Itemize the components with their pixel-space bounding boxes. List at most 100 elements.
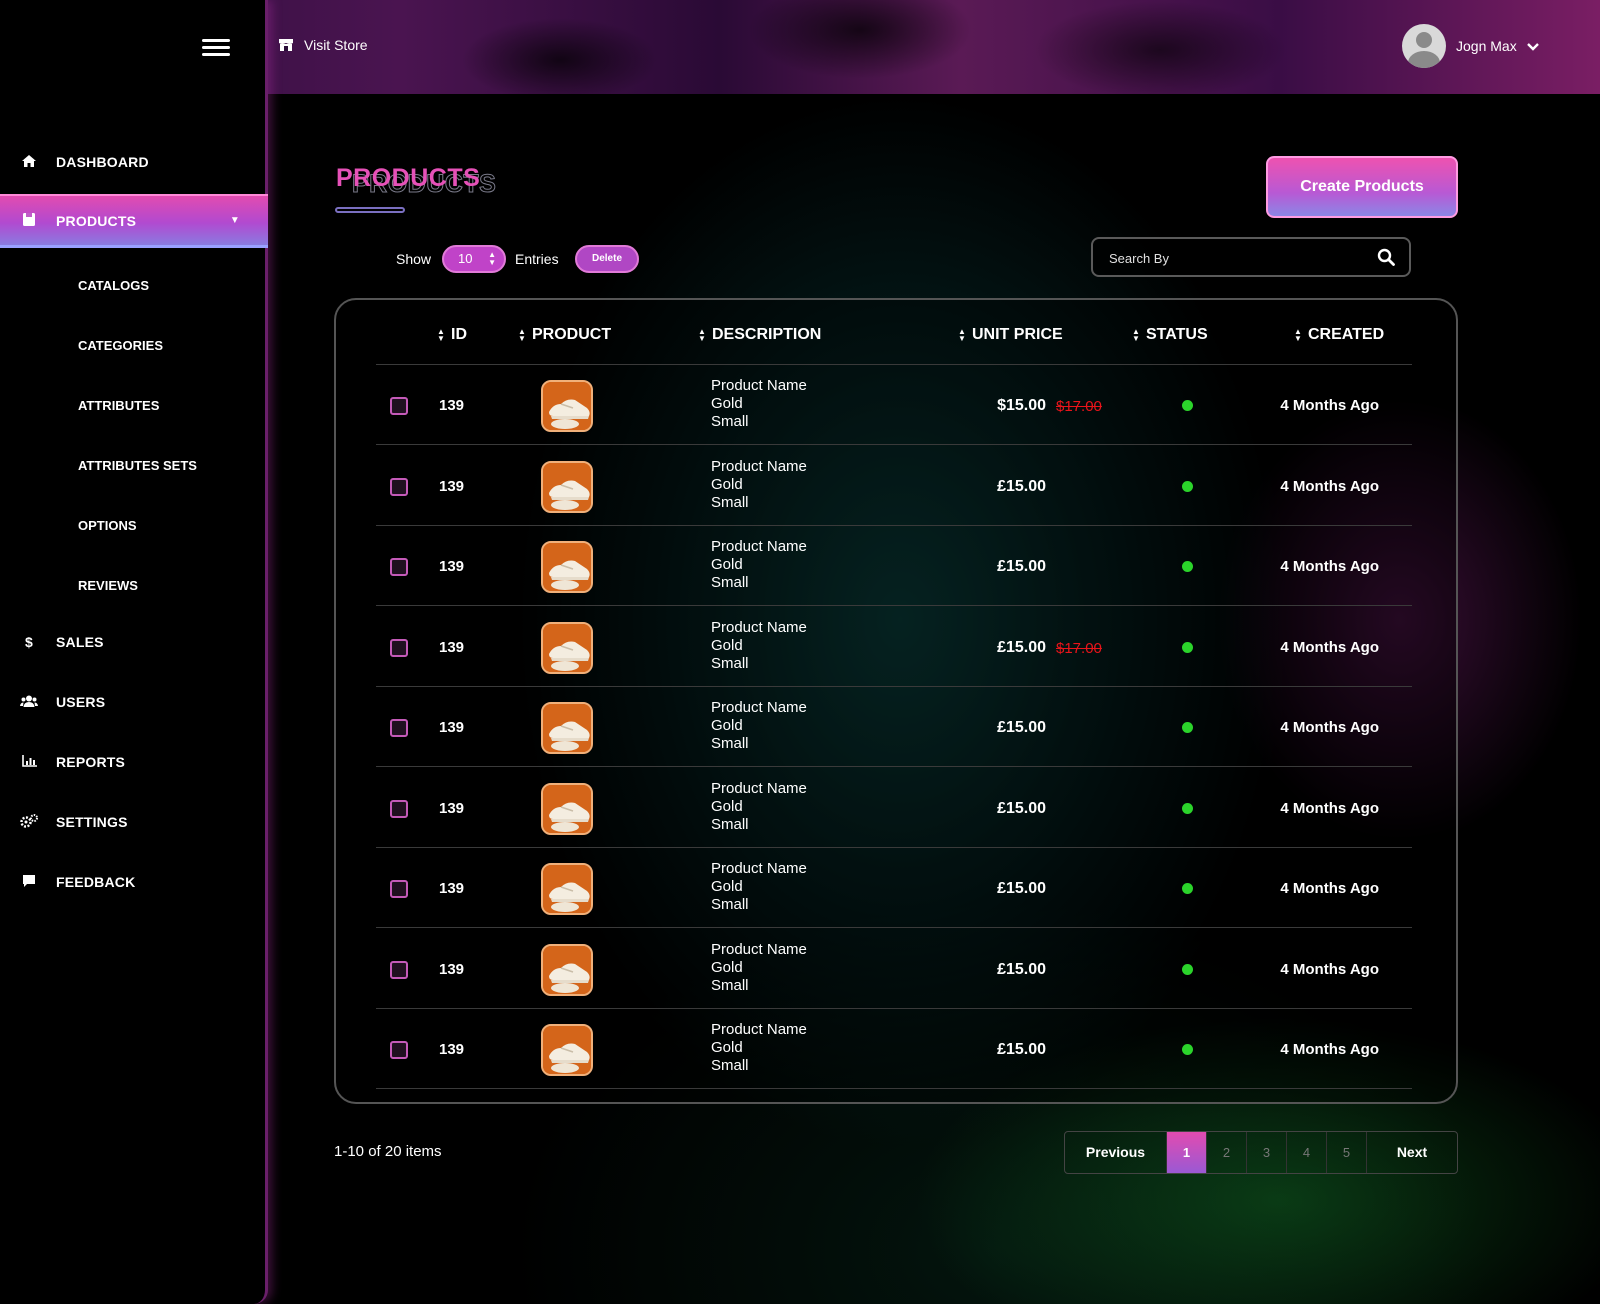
- sidebar-item-label: SALES: [56, 634, 104, 650]
- gears-icon: [20, 813, 38, 831]
- product-description: Product Name Gold Small: [711, 377, 807, 431]
- description-line: Product Name: [711, 377, 807, 394]
- column-header-status[interactable]: ▲ ▼ STATUS: [1132, 326, 1208, 344]
- status-active-indicator: [1182, 400, 1193, 411]
- product-description: Product Name Gold Small: [711, 699, 807, 753]
- hamburger-menu-button[interactable]: [202, 39, 230, 57]
- description-line: Gold: [711, 717, 743, 734]
- visit-store-label: Visit Store: [304, 37, 368, 53]
- sidebar-item-dashboard[interactable]: DASHBOARD: [0, 137, 268, 187]
- create-products-button[interactable]: Create Products: [1266, 156, 1458, 218]
- sidebar-item-users[interactable]: USERS: [0, 677, 268, 727]
- description-line: Small: [711, 574, 749, 591]
- product-thumbnail[interactable]: [541, 460, 593, 513]
- status-active-indicator: [1182, 722, 1193, 733]
- product-thumbnail[interactable]: [541, 943, 593, 996]
- page-button-3[interactable]: 3: [1247, 1132, 1287, 1173]
- created-date: 4 Months Ago: [1280, 1041, 1379, 1058]
- table-row[interactable]: 139 Product Name Gold Small £15.00 $17.00 4 Mo…: [376, 607, 1412, 687]
- product-id: 139: [439, 880, 465, 897]
- row-checkbox[interactable]: [390, 799, 408, 818]
- product-thumbnail[interactable]: [541, 702, 593, 754]
- sort-icon: ▲ ▼: [1132, 327, 1140, 343]
- comment-icon: [20, 874, 38, 891]
- column-header-description[interactable]: ▲ ▼ DESCRIPTION: [698, 326, 821, 344]
- sidebar-item-reports[interactable]: REPORTS: [0, 737, 268, 787]
- delete-button[interactable]: Delete: [575, 245, 639, 273]
- product-thumbnail[interactable]: [541, 380, 593, 432]
- row-checkbox[interactable]: [390, 880, 408, 898]
- sidebar-subitem-options[interactable]: OPTIONS: [78, 518, 137, 533]
- column-header-created[interactable]: ▲ ▼ CREATED: [1294, 326, 1384, 344]
- unit-price: £15.00: [997, 558, 1046, 575]
- previous-page-button[interactable]: Previous: [1065, 1132, 1167, 1173]
- page-button-4[interactable]: 4: [1287, 1132, 1327, 1173]
- sidebar-subitem-reviews[interactable]: REVIEWS: [78, 578, 138, 593]
- created-date: 4 Months Ago: [1280, 960, 1379, 978]
- row-checkbox[interactable]: [390, 558, 408, 576]
- sidebar-subitem-attributes-sets[interactable]: ATTRIBUTES SETS: [78, 458, 197, 473]
- table-row[interactable]: 139 Product Name Gold Small £15.00 4 Months A…: [376, 446, 1412, 526]
- product-thumbnail[interactable]: [541, 621, 593, 674]
- sidebar-item-feedback[interactable]: FEEDBACK: [0, 857, 268, 907]
- description-line: Small: [711, 976, 749, 994]
- chevron-down-icon: [1526, 38, 1539, 54]
- entries-label: Entries: [515, 251, 559, 267]
- table-row[interactable]: 139 Product Name Gold Small £15.00 4 Months A…: [376, 687, 1412, 767]
- row-checkbox[interactable]: [390, 1041, 408, 1059]
- description-line: Small: [711, 493, 749, 511]
- page-button-2[interactable]: 2: [1207, 1132, 1247, 1173]
- row-checkbox[interactable]: [390, 719, 408, 737]
- page-button-1[interactable]: 1: [1167, 1132, 1207, 1173]
- search-icon[interactable]: [1377, 248, 1395, 266]
- pagination: Previous 1 2 3 4 5 Next: [1064, 1131, 1458, 1174]
- product-id: 139: [439, 1041, 465, 1058]
- unit-price: £15.00: [997, 638, 1046, 656]
- row-checkbox[interactable]: [390, 960, 408, 979]
- items-count: 1-10 of 20 items: [334, 1143, 442, 1160]
- entries-select[interactable]: 10 ▲ ▼: [442, 245, 506, 273]
- logo-icon: [80, 10, 150, 88]
- table-row[interactable]: 139 Product Name Gold Small £15.00 4 Months A…: [376, 1009, 1412, 1089]
- sidebar-item-label: FEEDBACK: [56, 874, 136, 890]
- page-button-5[interactable]: 5: [1327, 1132, 1367, 1173]
- table-row[interactable]: 139 Product Name Gold Small $15.00 $17.00 4 Mo…: [376, 365, 1412, 445]
- product-description: Product Name Gold Small: [711, 458, 807, 512]
- table-row[interactable]: 139 Product Name Gold Small £15.00 4 Months A…: [376, 526, 1412, 606]
- sort-icon: ▲ ▼: [698, 327, 706, 343]
- column-header-unit-price[interactable]: ▲ ▼ UNIT PRICE: [958, 326, 1063, 344]
- box-icon: [20, 212, 38, 230]
- dollar-icon: $: [25, 634, 33, 650]
- page-title: PRODUCTS: [336, 164, 481, 192]
- search-input[interactable]: [1109, 247, 1369, 269]
- sidebar-item-label: REPORTS: [56, 754, 126, 770]
- product-thumbnail[interactable]: [541, 1024, 593, 1076]
- table-row[interactable]: 139 Product Name Gold Small £15.00 4 Months A…: [376, 848, 1412, 928]
- description-line: Small: [711, 1057, 749, 1074]
- sidebar-item-products[interactable]: PRODUCTS ▼: [0, 194, 268, 248]
- table-row[interactable]: 139 Product Name Gold Small £15.00 4 Months A…: [376, 929, 1412, 1009]
- description-line: Gold: [711, 878, 743, 895]
- column-header-id[interactable]: ▲ ▼ ID: [437, 326, 467, 344]
- next-page-button[interactable]: Next: [1367, 1132, 1457, 1173]
- user-menu[interactable]: Jogn Max: [1402, 24, 1539, 68]
- table-row[interactable]: 139 Product Name Gold Small £15.00 4 Months A…: [376, 768, 1412, 848]
- sort-icon: ▲ ▼: [1294, 327, 1302, 343]
- sidebar-subitem-catalogs[interactable]: CATALOGS: [78, 278, 149, 293]
- sidebar-subitem-attributes[interactable]: ATTRIBUTES: [78, 398, 159, 413]
- product-thumbnail[interactable]: [541, 782, 593, 835]
- created-date: 4 Months Ago: [1280, 558, 1379, 575]
- column-header-product[interactable]: ▲ ▼ PRODUCT: [518, 326, 611, 344]
- unit-price: £15.00: [997, 719, 1046, 736]
- row-checkbox[interactable]: [390, 477, 408, 496]
- sidebar-item-settings[interactable]: SETTINGS: [0, 797, 268, 847]
- description-line: Gold: [711, 475, 743, 493]
- product-thumbnail[interactable]: [541, 541, 593, 593]
- sidebar-subitem-categories[interactable]: CATEGORIES: [78, 338, 163, 353]
- visit-store-link[interactable]: Visit Store: [278, 37, 368, 53]
- row-checkbox[interactable]: [390, 397, 408, 415]
- product-thumbnail[interactable]: [541, 863, 593, 915]
- row-checkbox[interactable]: [390, 638, 408, 657]
- sidebar-item-sales[interactable]: $ SALES: [0, 617, 268, 667]
- description-line: Product Name: [711, 618, 807, 636]
